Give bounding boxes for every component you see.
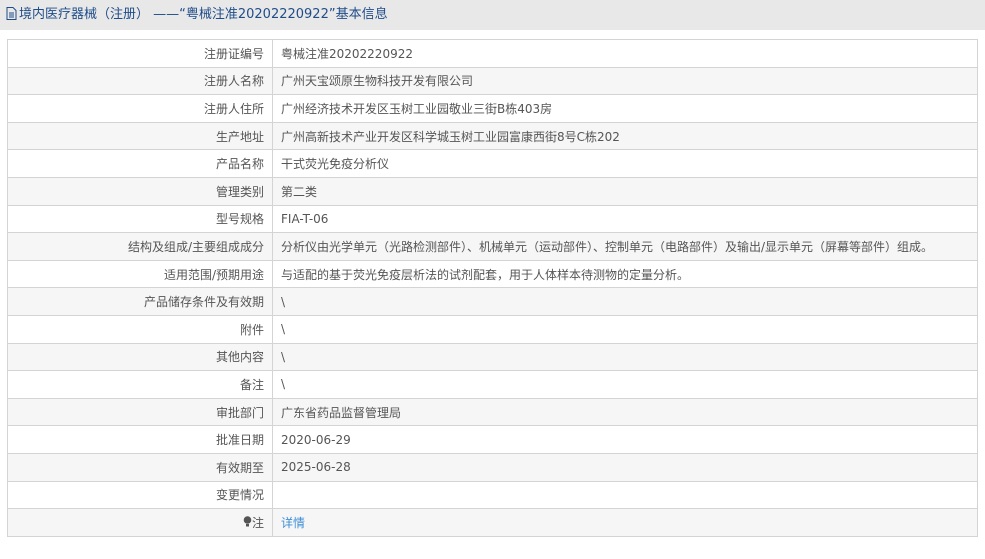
row-value: FIA-T-06 — [272, 204, 978, 234]
row-value: 第二类 — [272, 176, 978, 206]
row-label: 管理类别 — [7, 176, 273, 206]
row-label: 型号规格 — [7, 204, 273, 234]
row-value: 2025-06-28 — [272, 452, 978, 482]
table-row: 批准日期 2020-06-29 — [7, 425, 978, 454]
table-row: 适用范围/预期用途 与适配的基于荧光免疫层析法的试剂配套，用于人体样本待测物的定量… — [7, 259, 978, 289]
row-label: 有效期至 — [7, 452, 273, 482]
table-row: 结构及组成/主要组成成分 分析仪由光学单元（光路检测部件）、机械单元（运动部件）、… — [7, 232, 978, 261]
table-row: 变更情况 — [7, 480, 978, 510]
table-row: 注册证编号 粤械注准20202220922 — [7, 39, 978, 68]
row-value: \ — [272, 314, 978, 344]
row-value: \ — [272, 342, 978, 372]
row-label: 附件 — [7, 314, 273, 344]
row-value: 与适配的基于荧光免疫层析法的试剂配套，用于人体样本待测物的定量分析。 — [272, 259, 978, 289]
row-value: 广州高新技术产业开发区科学城玉树工业园富康西街8号C栋202 — [272, 121, 978, 151]
table-row: 型号规格 FIA-T-06 — [7, 204, 978, 234]
table-row: 生产地址 广州高新技术产业开发区科学城玉树工业园富康西街8号C栋202 — [7, 121, 978, 151]
row-label: 产品名称 — [7, 149, 273, 178]
row-value — [272, 480, 978, 510]
row-label: 产品储存条件及有效期 — [7, 287, 273, 316]
row-value: 广东省药品监督管理局 — [272, 397, 978, 427]
table-row: 注册人住所 广州经济技术开发区玉树工业园敬业三街B栋403房 — [7, 94, 978, 123]
row-label: 审批部门 — [7, 397, 273, 427]
row-label: 生产地址 — [7, 121, 273, 151]
row-value: 干式荧光免疫分析仪 — [272, 149, 978, 178]
row-value: \ — [272, 287, 978, 316]
lightbulb-icon — [243, 516, 252, 527]
table-row: 审批部门 广东省药品监督管理局 — [7, 397, 978, 427]
table-row: 注 详情 — [7, 508, 978, 537]
row-value: 广州天宝颂原生物科技开发有限公司 — [272, 66, 978, 96]
row-value: 广州经济技术开发区玉树工业园敬业三街B栋403房 — [272, 94, 978, 123]
row-label: 注册人住所 — [7, 94, 273, 123]
table-row: 产品储存条件及有效期 \ — [7, 287, 978, 316]
table-row: 产品名称 干式荧光免疫分析仪 — [7, 149, 978, 178]
row-value: 2020-06-29 — [272, 425, 978, 454]
row-label: 批准日期 — [7, 425, 273, 454]
document-icon — [6, 7, 17, 20]
row-label: 注册人名称 — [7, 66, 273, 96]
row-label: 其他内容 — [7, 342, 273, 372]
row-label: 注册证编号 — [7, 39, 273, 68]
table-row: 附件 \ — [7, 314, 978, 344]
row-value: 分析仪由光学单元（光路检测部件）、机械单元（运动部件）、控制单元（电路部件）及输… — [272, 232, 978, 261]
row-label: 备注 — [7, 370, 273, 399]
row-value: \ — [272, 370, 978, 399]
row-value: 详情 — [272, 508, 978, 537]
page-header: 境内医疗器械（注册） ——“粤械注准20202220922”基本信息 — [0, 0, 985, 30]
table-row: 注册人名称 广州天宝颂原生物科技开发有限公司 — [7, 66, 978, 96]
row-label: 适用范围/预期用途 — [7, 259, 273, 289]
info-table: 注册证编号 粤械注准20202220922 注册人名称 广州天宝颂原生物科技开发有限公… — [7, 39, 978, 537]
table-row: 其他内容 \ — [7, 342, 978, 372]
row-label: 注 — [7, 508, 273, 537]
table-row: 有效期至 2025-06-28 — [7, 452, 978, 482]
row-label: 变更情况 — [7, 480, 273, 510]
table-row: 备注 \ — [7, 370, 978, 399]
note-label: 注 — [251, 515, 264, 530]
row-label: 结构及组成/主要组成成分 — [7, 232, 273, 261]
details-link[interactable]: 详情 — [281, 516, 305, 530]
row-value: 粤械注准20202220922 — [272, 39, 978, 68]
table-row: 管理类别 第二类 — [7, 176, 978, 206]
page-title: 境内医疗器械（注册） ——“粤械注准20202220922”基本信息 — [19, 7, 388, 22]
